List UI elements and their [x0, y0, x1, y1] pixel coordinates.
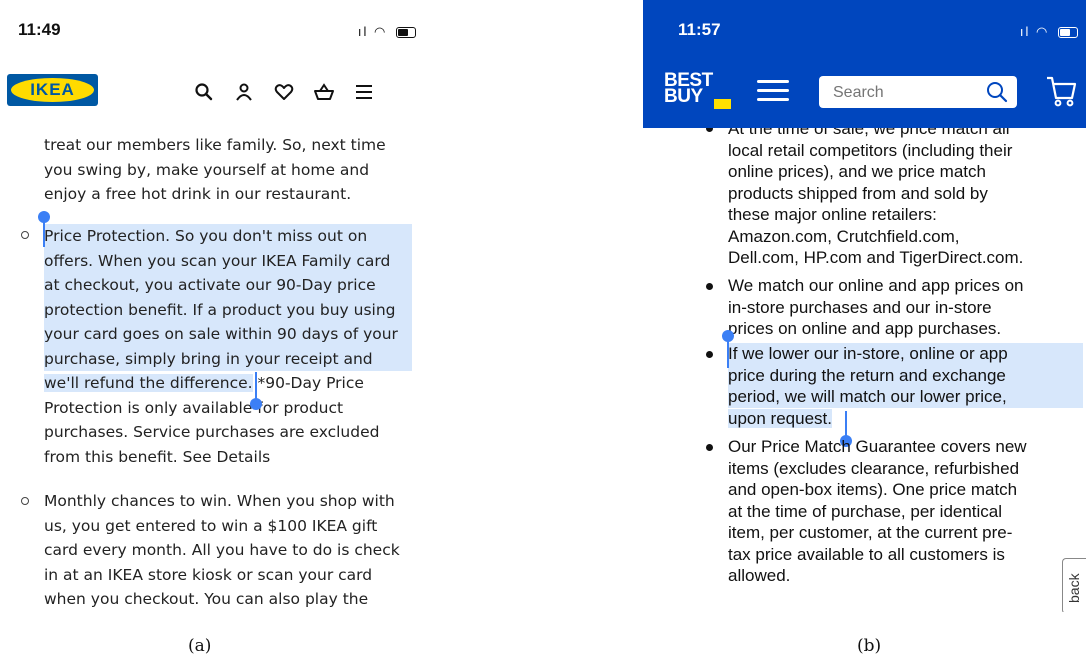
monthly-chances-item: Monthly chances to win. When you shop wi…: [44, 489, 410, 612]
signal-icon: ıl: [357, 24, 369, 39]
text-line: allowed.: [728, 566, 791, 585]
list-bullet: [21, 231, 29, 239]
text-line: Dell.com, HP.com and TigerDirect.com.: [728, 248, 1024, 267]
selected-text-line[interactable]: Price Protection. So you don't miss out …: [44, 224, 412, 249]
ikea-logo[interactable]: IKEA: [7, 74, 98, 106]
cart-icon[interactable]: [1045, 74, 1077, 113]
text-line: purchases. Service purchases are exclude…: [44, 423, 380, 441]
text-line: us, you get entered to win a $100 IKEA g…: [44, 516, 378, 535]
header-icons: [192, 80, 376, 104]
search-icon[interactable]: [192, 80, 216, 104]
selected-text-end[interactable]: we'll refund the difference.: [44, 374, 253, 392]
text-line: at the time of purchase, per identical: [728, 501, 1003, 521]
text-line: enjoy a free hot drink in our restaurant…: [44, 185, 352, 203]
text-line: tax price available to all customers is: [728, 544, 1005, 564]
search-input[interactable]: [831, 83, 985, 103]
guarantee-item: Our Price Match Guarantee covers new ite…: [728, 436, 1073, 587]
text-line: in-store purchases and our in-store: [728, 297, 992, 317]
ikea-screenshot: 11:49 ıl ◠ IKEA treat our members like f…: [0, 0, 422, 612]
text-line: Monthly chances to win. When you shop wi…: [44, 492, 395, 510]
selected-text-line[interactable]: offers. When you scan your IKEA Family c…: [44, 248, 412, 273]
selected-text-line[interactable]: purchase, simply bring in your receipt a…: [44, 346, 412, 371]
price-protection-item: Price Protection. So you don't miss out …: [44, 224, 412, 469]
selected-text-line[interactable]: period, we will match our lower price,: [728, 386, 1083, 408]
bestbuy-screenshot: At the time of sale, we price match all …: [643, 0, 1086, 612]
status-time: 11:57: [678, 20, 721, 39]
text-line: online prices), and we price match: [728, 162, 986, 181]
list-bullet: [706, 351, 713, 358]
online-instore-match-item: We match our online and app prices on in…: [728, 275, 1073, 340]
search-box: [819, 76, 1017, 108]
caption-a: (a): [188, 636, 212, 656]
text-line: you swing by, make yourself at home and: [44, 160, 370, 179]
logo-tag-icon: [714, 99, 731, 109]
status-bar: 11:49 ıl ◠: [0, 0, 422, 60]
menu-icon[interactable]: [757, 80, 789, 102]
text-fragment: *90-Day Price: [252, 374, 364, 392]
wifi-icon: ◠: [374, 24, 388, 39]
selected-text-line[interactable]: at checkout, you activate our 90-Day pri…: [44, 273, 412, 298]
bestbuy-logo[interactable]: BEST BUY: [664, 71, 713, 107]
text-line: treat our members like family. So, next …: [44, 136, 386, 154]
text-line: these major online retailers:: [728, 205, 937, 224]
text-line: products shipped from and sold by: [728, 183, 988, 203]
list-bullet: [706, 283, 713, 290]
selected-text-end[interactable]: upon request.: [728, 408, 832, 428]
intro-paragraph: treat our members like family. So, next …: [44, 133, 410, 207]
feedback-label: back: [1066, 573, 1082, 603]
price-drop-item: If we lower our in-store, online or app …: [728, 343, 1083, 429]
text-line: when you checkout. You can also play the: [44, 590, 369, 608]
selected-text-line[interactable]: your card goes on sale within 90 days of…: [44, 322, 412, 347]
status-icons: ıl ◠: [1020, 24, 1078, 40]
account-icon[interactable]: [232, 80, 256, 104]
signal-icon: ıl: [1019, 24, 1031, 39]
search-icon[interactable]: [985, 80, 1009, 109]
basket-icon[interactable]: [312, 80, 336, 104]
menu-icon[interactable]: [352, 80, 376, 104]
selected-text-line[interactable]: If we lower our in-store, online or app: [728, 343, 1083, 365]
text-line: Protection is only available for product: [44, 398, 344, 417]
text-line: in at an IKEA store kiosk or scan your c…: [44, 565, 373, 584]
logo-text: IKEA: [30, 80, 75, 99]
battery-icon: [396, 27, 416, 39]
bestbuy-header: 11:57 ıl ◠ BEST BUY: [643, 0, 1086, 128]
text-line: and open-box items). One price match: [728, 480, 1018, 499]
caption-b: (b): [857, 636, 882, 656]
text-line: item, per customer, at the current pre-: [728, 523, 1013, 542]
list-bullet: [21, 497, 29, 505]
feedback-tab[interactable]: back: [1062, 558, 1086, 612]
text-line: items (excludes clearance, refurbished: [728, 458, 1020, 478]
logo-line: BUY: [664, 86, 703, 107]
text-line: We match our online and app prices on: [728, 276, 1024, 295]
text-line: Our Price Match Guarantee covers new: [728, 437, 1027, 456]
list-bullet: [706, 444, 713, 451]
competitor-match-item: At the time of sale, we price match all …: [728, 118, 1073, 269]
selected-text-line[interactable]: price during the return and exchange: [728, 364, 1083, 386]
see-details-link[interactable]: from this benefit. See Details: [44, 448, 270, 466]
text-line: local retail competitors (including thei…: [728, 140, 1013, 160]
status-time: 11:49: [18, 20, 61, 39]
text-line: Amazon.com, Crutchfield.com,: [728, 226, 960, 246]
status-icons: ıl ◠: [358, 24, 416, 40]
text-line: prices on online and app purchases.: [728, 319, 1002, 338]
selected-text-line[interactable]: protection benefit. If a product you buy…: [44, 297, 412, 322]
battery-icon: [1058, 27, 1078, 39]
text-line: card every month. All you have to do is …: [44, 541, 400, 559]
wifi-icon: ◠: [1036, 24, 1050, 39]
heart-icon[interactable]: [272, 80, 296, 104]
